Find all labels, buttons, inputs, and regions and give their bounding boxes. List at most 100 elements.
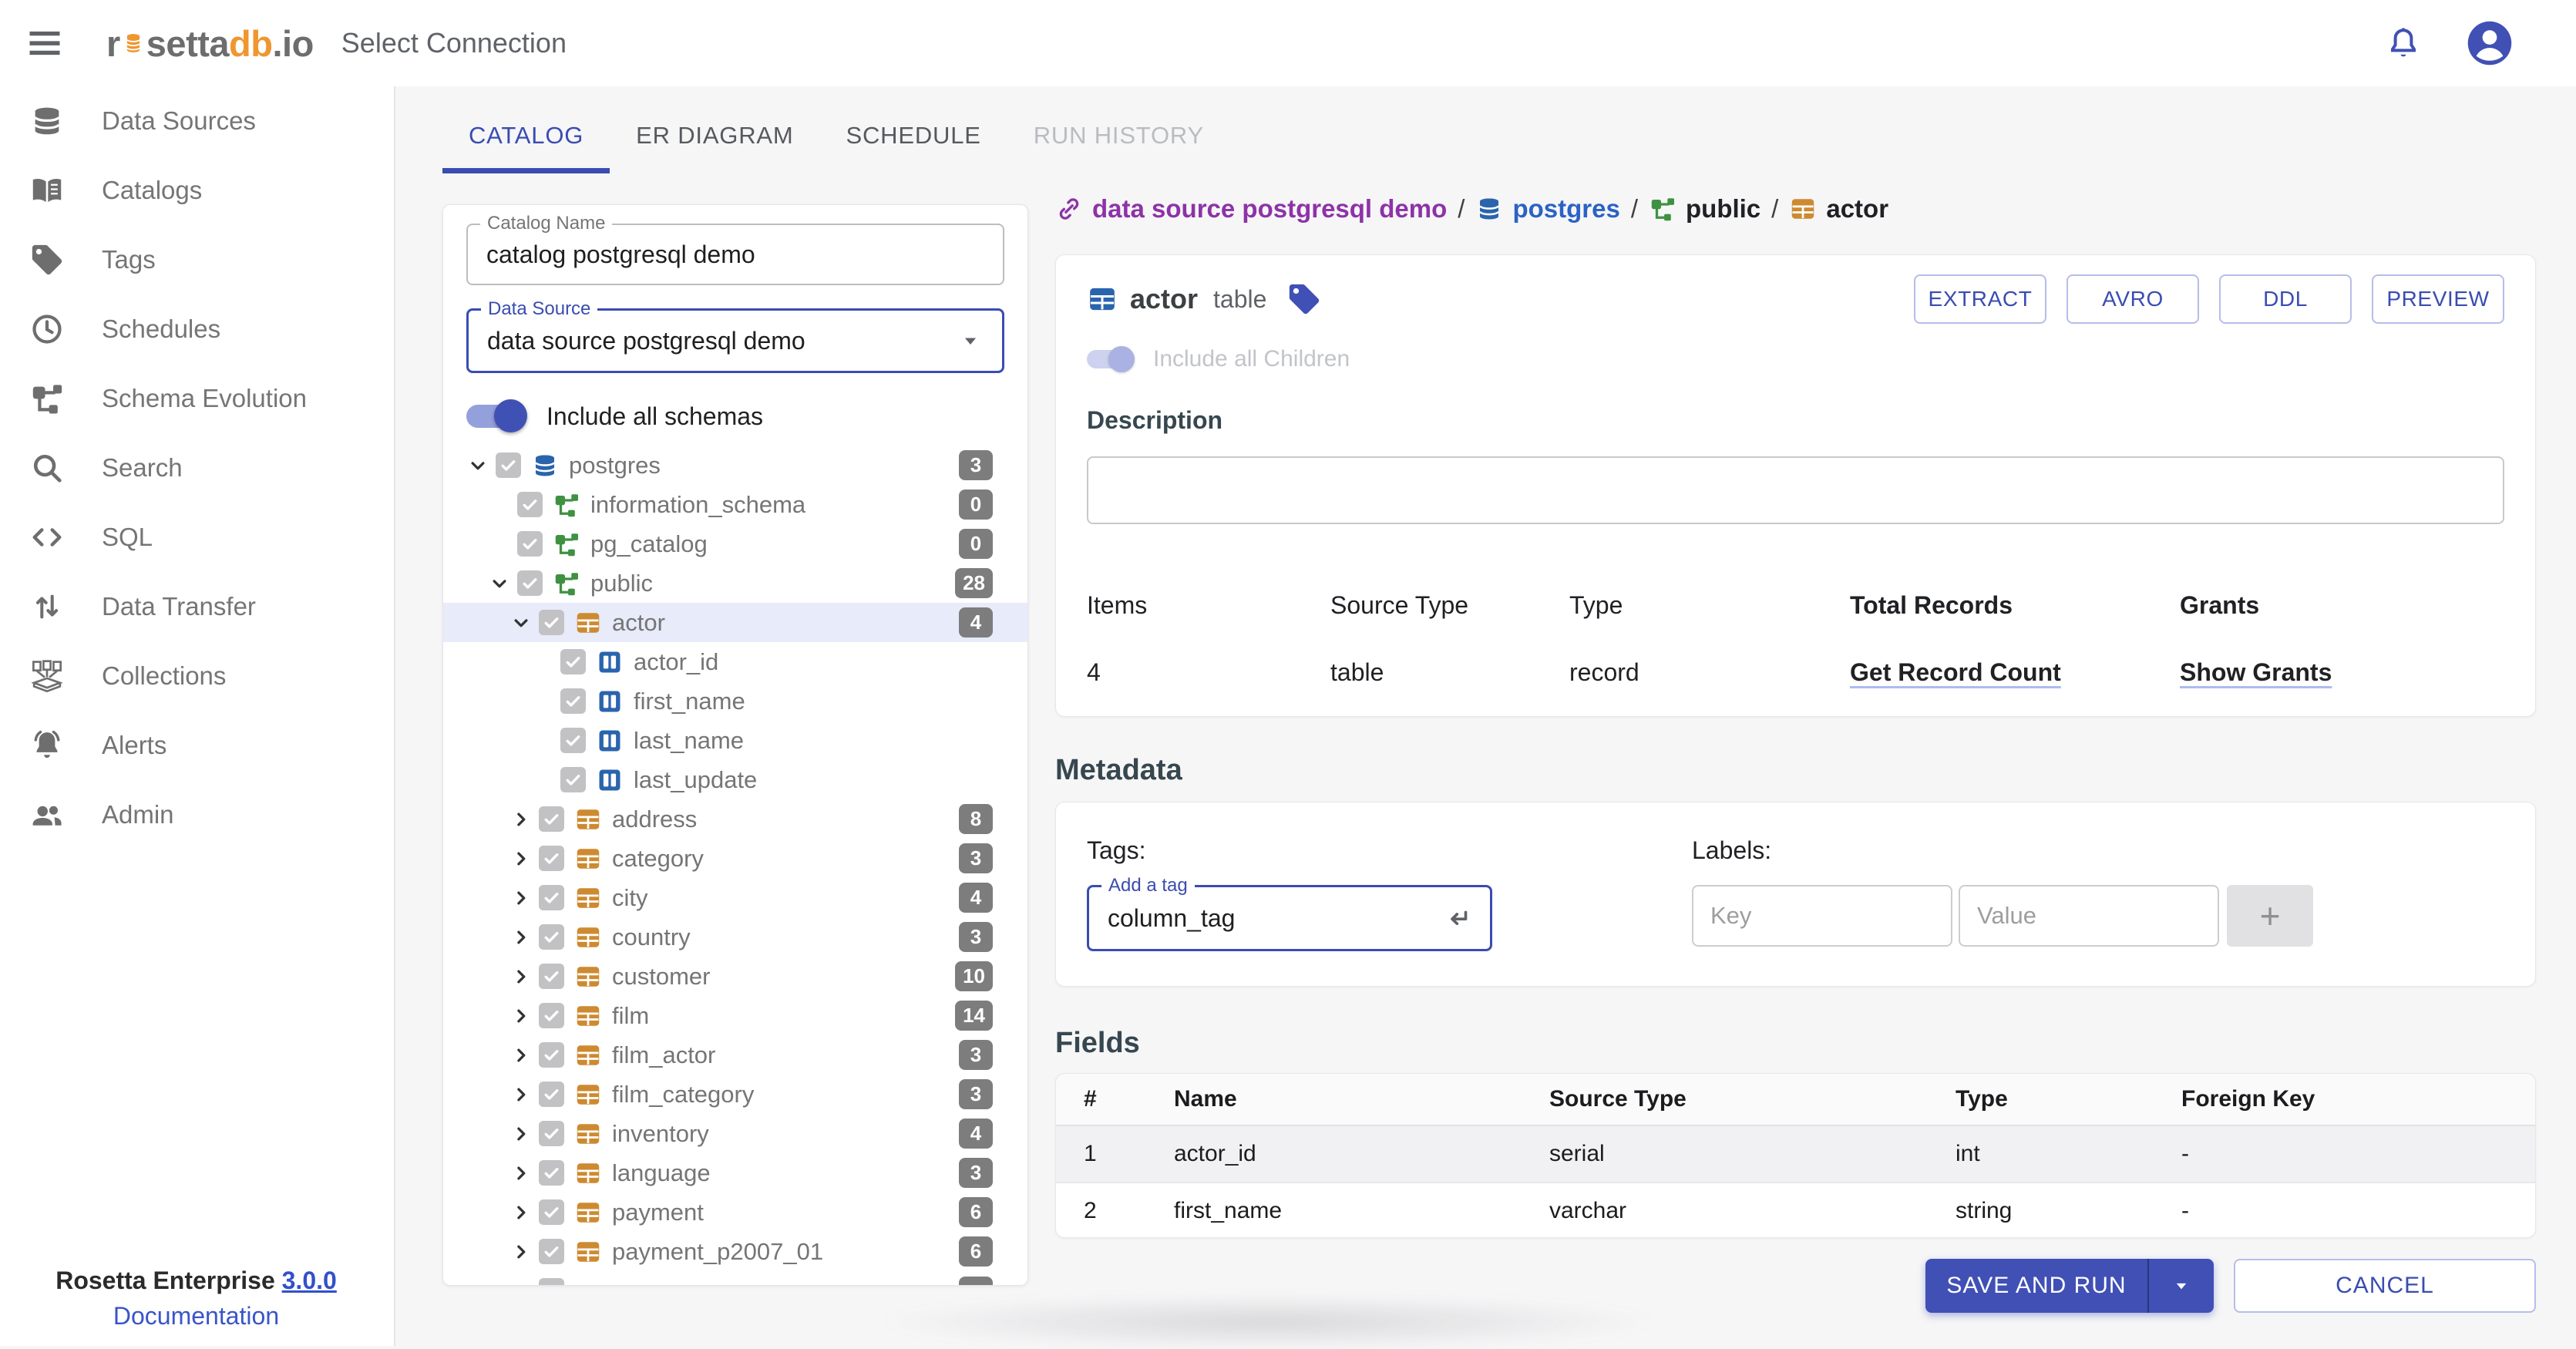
table-row[interactable]: 1 actor_id serial int - bbox=[1056, 1126, 2535, 1183]
tag-icon[interactable] bbox=[1286, 281, 1322, 317]
chevron-right-icon[interactable] bbox=[509, 1122, 533, 1145]
tree-row[interactable]: category 3 bbox=[443, 839, 1027, 878]
chevron-down-icon[interactable] bbox=[466, 454, 489, 477]
tree-row-selected[interactable]: actor 4 bbox=[443, 603, 1027, 642]
checkbox-checked[interactable] bbox=[560, 767, 586, 792]
chevron-right-icon[interactable] bbox=[509, 1240, 533, 1263]
tree-row[interactable]: postgres 3 bbox=[443, 446, 1027, 485]
add-tag-field[interactable]: Add a tag bbox=[1087, 875, 1492, 951]
sidebar-item-alerts[interactable]: Alerts bbox=[0, 711, 394, 780]
tree-row[interactable]: inventory 4 bbox=[443, 1114, 1027, 1153]
tree-row[interactable]: payment 6 bbox=[443, 1193, 1027, 1232]
checkbox-checked[interactable] bbox=[539, 1239, 564, 1264]
tree-row[interactable]: public 28 bbox=[443, 563, 1027, 603]
tree-row[interactable] bbox=[443, 1271, 1027, 1285]
menu-icon[interactable] bbox=[25, 23, 65, 63]
sidebar-item-tags[interactable]: Tags bbox=[0, 225, 394, 294]
checkbox-checked[interactable] bbox=[539, 1199, 564, 1225]
sidebar-item-data-transfer[interactable]: Data Transfer bbox=[0, 572, 394, 641]
chevron-right-icon[interactable] bbox=[509, 808, 533, 831]
catalog-name-input[interactable] bbox=[486, 240, 984, 269]
sidebar-item-admin[interactable]: Admin bbox=[0, 780, 394, 849]
tree-row[interactable]: film_category 3 bbox=[443, 1075, 1027, 1114]
tab-catalog[interactable]: CATALOG bbox=[442, 105, 610, 173]
tree-row[interactable]: country 3 bbox=[443, 917, 1027, 957]
user-avatar[interactable] bbox=[2465, 19, 2514, 68]
sidebar-item-sql[interactable]: SQL bbox=[0, 503, 394, 572]
add-tag-input[interactable] bbox=[1108, 903, 1433, 933]
checkbox-checked[interactable] bbox=[539, 806, 564, 832]
ddl-button[interactable]: DDL bbox=[2219, 274, 2352, 324]
tree-row[interactable]: last_name bbox=[443, 721, 1027, 760]
save-options-dropdown[interactable] bbox=[2147, 1259, 2214, 1313]
checkbox-checked[interactable] bbox=[539, 885, 564, 910]
label-value-input[interactable] bbox=[1959, 885, 2219, 947]
tree-row[interactable]: payment_p2007_01 6 bbox=[443, 1232, 1027, 1271]
chevron-right-icon[interactable] bbox=[509, 1162, 533, 1185]
tree-row[interactable]: customer 10 bbox=[443, 957, 1027, 996]
tree-row[interactable]: film_actor 3 bbox=[443, 1035, 1027, 1075]
breadcrumb-table[interactable]: actor bbox=[1789, 194, 1888, 224]
chevron-right-icon[interactable] bbox=[509, 926, 533, 949]
checkbox-checked[interactable] bbox=[539, 1082, 564, 1107]
checkbox-checked[interactable] bbox=[517, 531, 543, 557]
chevron-right-icon[interactable] bbox=[509, 886, 533, 910]
tab-schedule[interactable]: SCHEDULE bbox=[820, 105, 1007, 173]
checkbox-checked[interactable] bbox=[539, 1160, 564, 1186]
checkbox-checked[interactable] bbox=[517, 570, 543, 596]
save-and-run-button[interactable]: SAVE AND RUN bbox=[1925, 1259, 2214, 1313]
sidebar-item-schema-evolution[interactable]: Schema Evolution bbox=[0, 364, 394, 433]
description-textarea[interactable] bbox=[1087, 456, 2504, 524]
catalog-name-field[interactable]: Catalog Name bbox=[466, 213, 1004, 285]
tree-row[interactable]: address 8 bbox=[443, 799, 1027, 839]
chevron-right-icon[interactable] bbox=[509, 847, 533, 870]
sidebar-item-schedules[interactable]: Schedules bbox=[0, 294, 394, 364]
tree-row[interactable]: language 3 bbox=[443, 1153, 1027, 1193]
chevron-right-icon[interactable] bbox=[509, 965, 533, 988]
tree-row[interactable]: first_name bbox=[443, 681, 1027, 721]
sidebar-item-collections[interactable]: Collections bbox=[0, 641, 394, 711]
preview-button[interactable]: PREVIEW bbox=[2372, 274, 2504, 324]
version-link[interactable]: 3.0.0 bbox=[282, 1267, 337, 1294]
checkbox-checked[interactable] bbox=[539, 846, 564, 871]
label-key-input[interactable] bbox=[1692, 885, 1952, 947]
checkbox-checked[interactable] bbox=[539, 924, 564, 950]
tree-row[interactable]: city 4 bbox=[443, 878, 1027, 917]
checkbox-checked[interactable] bbox=[539, 610, 564, 635]
tree-row[interactable]: actor_id bbox=[443, 642, 1027, 681]
breadcrumb-data-source[interactable]: data source postgresql demo bbox=[1055, 194, 1447, 224]
checkbox-checked[interactable] bbox=[560, 728, 586, 753]
app-logo[interactable]: r setta db .io bbox=[106, 22, 314, 65]
include-all-schemas-toggle[interactable] bbox=[466, 399, 527, 432]
get-record-count-link[interactable]: Get Record Count bbox=[1850, 658, 2180, 687]
breadcrumb-database[interactable]: postgres bbox=[1475, 194, 1620, 224]
checkbox-checked[interactable] bbox=[539, 1003, 564, 1028]
sidebar-item-catalogs[interactable]: Catalogs bbox=[0, 156, 394, 225]
checkbox-checked[interactable] bbox=[560, 649, 586, 674]
chevron-right-icon[interactable] bbox=[509, 1044, 533, 1067]
checkbox-checked[interactable] bbox=[539, 1042, 564, 1068]
chevron-right-icon[interactable] bbox=[509, 1083, 533, 1106]
chevron-right-icon[interactable] bbox=[509, 1004, 533, 1028]
checkbox-checked[interactable] bbox=[560, 688, 586, 714]
add-label-button[interactable]: + bbox=[2227, 885, 2313, 947]
show-grants-link[interactable]: Show Grants bbox=[2180, 658, 2504, 687]
checkbox-checked[interactable] bbox=[517, 492, 543, 517]
tree-row[interactable]: pg_catalog 0 bbox=[443, 524, 1027, 563]
tree-row[interactable]: last_update bbox=[443, 760, 1027, 799]
sidebar-item-data-sources[interactable]: Data Sources bbox=[0, 86, 394, 156]
checkbox-checked[interactable] bbox=[496, 452, 521, 478]
checkbox-checked[interactable] bbox=[539, 1121, 564, 1146]
chevron-down-icon[interactable] bbox=[509, 611, 533, 634]
tab-er-diagram[interactable]: ER DIAGRAM bbox=[610, 105, 819, 173]
chevron-down-icon[interactable] bbox=[488, 572, 511, 595]
cancel-button[interactable]: CANCEL bbox=[2234, 1259, 2536, 1313]
breadcrumb-schema[interactable]: public bbox=[1649, 194, 1760, 224]
sidebar-item-search[interactable]: Search bbox=[0, 433, 394, 503]
table-row[interactable]: 2 first_name varchar string - bbox=[1056, 1183, 2535, 1237]
extract-button[interactable]: EXTRACT bbox=[1914, 274, 2046, 324]
chevron-right-icon[interactable] bbox=[509, 1201, 533, 1224]
documentation-link[interactable]: Documentation bbox=[113, 1302, 279, 1330]
tree-row[interactable]: film 14 bbox=[443, 996, 1027, 1035]
avro-button[interactable]: AVRO bbox=[2067, 274, 2199, 324]
